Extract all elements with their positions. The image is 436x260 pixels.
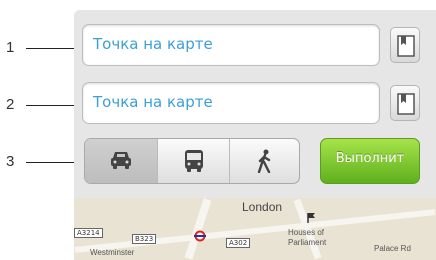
flag-icon [307, 213, 315, 223]
map-view[interactable]: London Houses of Parliament Westminster … [74, 198, 436, 260]
callout-1: 1 [0, 38, 84, 58]
directions-panel: Точка на карте Точка на карте Выполнит L… [74, 10, 436, 260]
mode-walking-button[interactable] [229, 139, 299, 183]
start-point-field[interactable]: Точка на карте [82, 24, 380, 66]
map-label-parliament: Parliament [288, 238, 327, 247]
callout-line [26, 48, 78, 49]
start-point-value: Точка на карте [93, 35, 213, 53]
underground-icon [194, 230, 206, 242]
bus-icon [185, 150, 203, 172]
map-label-westminster: Westminster [90, 248, 135, 257]
mode-car-button[interactable] [85, 139, 157, 183]
bookmark-icon [397, 35, 415, 57]
car-icon [111, 152, 131, 169]
travel-mode-selector [84, 138, 300, 184]
map-label-road: Palace Rd [374, 244, 411, 253]
start-bookmark-button[interactable] [390, 27, 420, 63]
callout-number: 3 [6, 153, 15, 170]
destination-bookmark-button[interactable] [390, 85, 420, 121]
road-badge: B323 [132, 234, 157, 244]
map-label-houses: Houses of [288, 228, 325, 237]
bookmark-icon [397, 93, 415, 115]
callout-line [26, 162, 78, 163]
go-button-label: Выполнит [335, 151, 405, 166]
walking-icon [257, 149, 271, 173]
map-road [184, 198, 212, 260]
callout-2: 2 [0, 95, 84, 115]
destination-value: Точка на карте [93, 93, 213, 111]
callout-line [26, 105, 78, 106]
mode-transit-button[interactable] [157, 139, 230, 183]
map-label-london: London [242, 200, 283, 214]
callout-number: 2 [6, 96, 15, 113]
callout-number: 1 [6, 39, 15, 56]
go-button[interactable]: Выполнит [320, 138, 420, 184]
road-badge: A3214 [74, 228, 103, 238]
callout-3: 3 [0, 152, 84, 172]
destination-field[interactable]: Точка на карте [82, 82, 380, 124]
road-badge: A302 [226, 238, 251, 248]
